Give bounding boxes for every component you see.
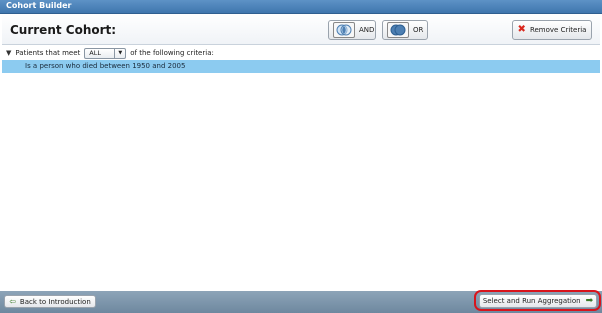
back-to-introduction-button[interactable]: ⇦ Back to Introduction <box>4 295 96 308</box>
venn-or-icon <box>387 22 409 38</box>
and-label: AND <box>359 26 375 34</box>
window-titlebar: Cohort Builder <box>0 0 602 14</box>
window-title: Cohort Builder <box>6 1 72 10</box>
or-button[interactable]: OR <box>382 20 428 40</box>
remove-criteria-label: Remove Criteria <box>529 26 587 34</box>
criterion-text: Is a person who died between 1950 and 20… <box>25 62 186 70</box>
match-select-value: ALL <box>89 49 101 57</box>
criterion-row[interactable]: Is a person who died between 1950 and 20… <box>2 60 600 73</box>
remove-criteria-button[interactable]: ✖ Remove Criteria <box>512 20 592 40</box>
or-label: OR <box>413 26 424 34</box>
arrow-left-icon: ⇦ <box>9 297 16 306</box>
match-select[interactable]: ALL ▼ <box>84 47 127 59</box>
criteria-group-header: ▼ Patients that meet ALL ▼ of the follow… <box>6 46 214 60</box>
chevron-down-icon: ▼ <box>114 48 125 58</box>
select-and-run-aggregation-button[interactable]: Select and Run Aggregation ➡ <box>479 294 597 308</box>
collapse-triangle-icon[interactable]: ▼ <box>6 49 11 57</box>
back-label: Back to Introduction <box>19 297 91 306</box>
criteria-prefix: Patients that meet <box>15 49 81 57</box>
and-button[interactable]: AND <box>328 20 376 40</box>
arrow-right-icon: ➡ <box>585 296 594 306</box>
cohort-header: Current Cohort: <box>2 14 600 45</box>
criteria-suffix: of the following criteria: <box>130 49 214 57</box>
venn-and-icon <box>333 22 355 38</box>
page-title: Current Cohort: <box>10 23 117 37</box>
run-label: Select and Run Aggregation <box>482 297 581 305</box>
close-icon: ✖ <box>517 24 526 35</box>
criteria-workspace <box>2 73 600 291</box>
